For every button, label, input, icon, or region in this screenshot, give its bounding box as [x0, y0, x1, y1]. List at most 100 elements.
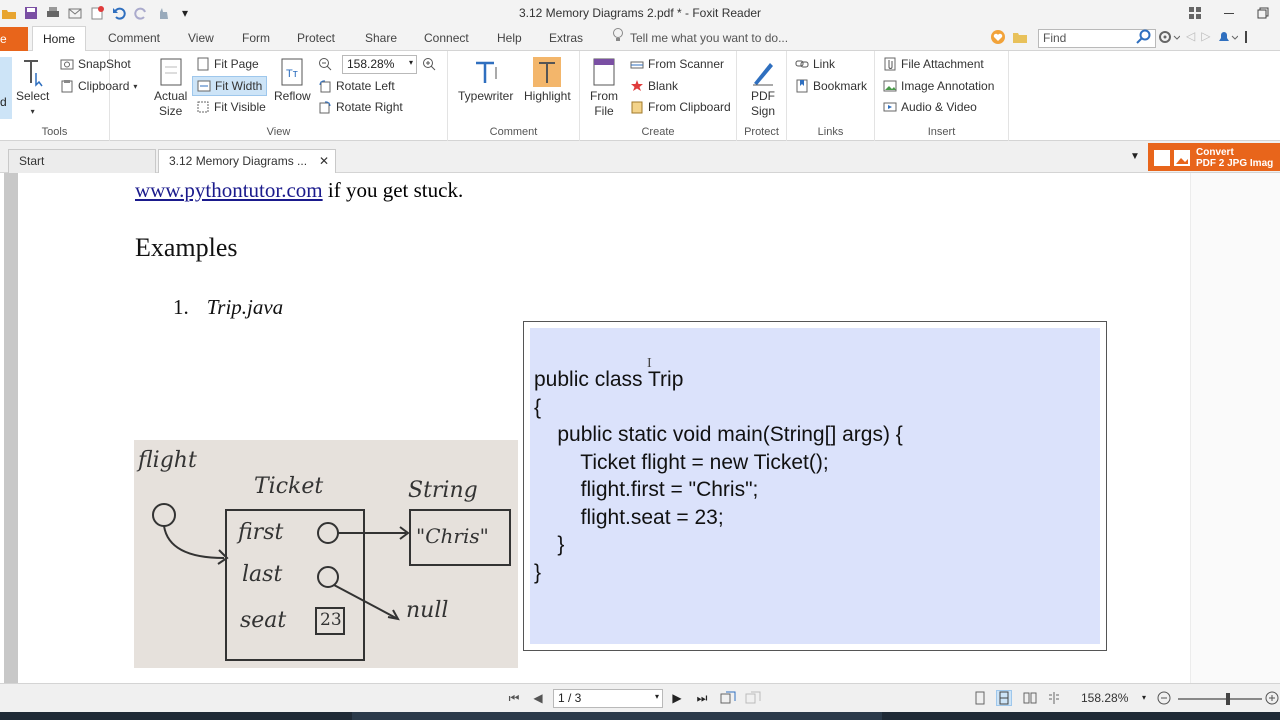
tab-home[interactable]: Home — [32, 26, 87, 52]
window-title: 3.12 Memory Diagrams 2.pdf * - Foxit Rea… — [518, 6, 762, 20]
zoom-out-button[interactable] — [318, 54, 332, 74]
zoom-select[interactable]: 158.28% ▾ — [342, 55, 417, 74]
previous-result-icon[interactable]: ◁ — [1186, 29, 1195, 48]
insert-group-label: Insert — [927, 126, 956, 138]
next-view-icon[interactable] — [745, 690, 761, 706]
restore-icon[interactable] — [1246, 2, 1280, 24]
fit-page-button[interactable]: Fit Page — [196, 54, 259, 74]
from-scanner-button[interactable]: From Scanner — [630, 54, 724, 74]
memory-diagram-drawing — [152, 503, 511, 661]
tab-extras[interactable]: Extras — [549, 26, 583, 51]
pdf-sign-label-1: PDF — [751, 89, 775, 103]
previous-page-icon[interactable]: ◀ — [530, 690, 546, 706]
window-controls — [1178, 2, 1280, 24]
tab-row-icons — [990, 29, 1028, 48]
protect-group: PDF Sign Protect — [737, 51, 787, 141]
zoom-in-button[interactable] — [422, 54, 436, 74]
camera-icon — [60, 57, 74, 71]
code-line: flight.seat = 23; — [534, 506, 724, 529]
from-clipboard-button[interactable]: From Clipboard — [630, 97, 731, 117]
zoom-in-circle-icon[interactable] — [1264, 690, 1280, 706]
actual-size-button[interactable]: Actual Size — [154, 57, 187, 119]
audio-video-button[interactable]: Audio & Video — [883, 97, 977, 117]
zoom-slider-thumb[interactable] — [1226, 693, 1230, 705]
video-icon — [883, 100, 897, 114]
ribbon-options-icon[interactable] — [1178, 2, 1212, 24]
hand-button-fragment[interactable]: d — [0, 57, 12, 119]
next-page-icon[interactable]: ▶ — [669, 690, 685, 706]
rotate-left-button[interactable]: Rotate Left — [318, 76, 395, 96]
pythontutor-link[interactable]: www.pythontutor.com — [135, 178, 323, 202]
continuous-view-icon[interactable] — [996, 690, 1012, 706]
pdf-sign-button[interactable]: PDF Sign — [749, 57, 777, 119]
tab-connect[interactable]: Connect — [424, 26, 469, 51]
diagram-string-value: "Chris" — [416, 524, 489, 548]
folder-search-icon[interactable] — [1012, 29, 1028, 48]
zoom-out-icon — [318, 57, 332, 71]
zoom-slider[interactable] — [1178, 693, 1262, 705]
code-line: { — [534, 396, 542, 419]
tab-protect[interactable]: Protect — [297, 26, 335, 51]
reflow-button[interactable]: Tт Reflow — [274, 57, 311, 104]
view-group: Actual Size Fit Page Fit Width Fit Visib… — [110, 51, 448, 141]
image-annotation-button[interactable]: Image Annotation — [883, 76, 994, 96]
taskbar-active-item[interactable] — [352, 712, 882, 720]
tab-share[interactable]: Share — [365, 26, 397, 51]
close-tab-icon[interactable]: ✕ — [319, 150, 329, 172]
last-page-icon[interactable]: ⏭ — [694, 690, 710, 706]
actual-size-label-2: Size — [159, 104, 183, 118]
fit-visible-icon — [196, 100, 210, 114]
zoom-menu-dropdown-icon[interactable]: ▾ — [1142, 693, 1146, 702]
file-attachment-button[interactable]: File Attachment — [883, 54, 984, 74]
search-icon[interactable] — [1136, 29, 1152, 48]
svg-text:Tт: Tт — [286, 68, 298, 80]
from-file-label-1: From — [590, 89, 618, 103]
fit-width-button[interactable]: Fit Width — [192, 76, 268, 96]
right-gutter — [1190, 173, 1280, 683]
link-button[interactable]: Link — [795, 54, 835, 74]
previous-view-icon[interactable] — [720, 690, 736, 706]
tools-group: d Select ▾ SnapShot Clipboard ▾ Tools — [0, 51, 137, 141]
rotate-right-button[interactable]: Rotate Right — [318, 97, 403, 117]
minimize-icon[interactable] — [1212, 2, 1246, 24]
convert-promo-button[interactable]: Convert PDF 2 JPG Imag — [1148, 143, 1280, 171]
gear-icon[interactable] — [1158, 29, 1181, 48]
windows-taskbar — [0, 712, 1280, 720]
tab-file[interactable]: e — [0, 27, 28, 51]
tab-form[interactable]: Form — [242, 26, 270, 51]
tab-list-dropdown-icon[interactable]: ▼ — [1130, 151, 1140, 162]
tab-start[interactable]: Start — [8, 149, 156, 173]
navigation-pane-collapsed[interactable] — [4, 173, 18, 683]
document-viewport[interactable]: www.pythontutor.com if you get stuck. Ex… — [0, 173, 1280, 683]
current-document-tab-label: 3.12 Memory Diagrams ... — [169, 154, 308, 168]
select-button[interactable]: Select ▾ — [16, 57, 49, 119]
single-page-view-icon[interactable] — [972, 690, 988, 706]
continuous-facing-view-icon[interactable] — [1046, 690, 1062, 706]
tab-comment[interactable]: Comment — [108, 26, 160, 51]
code-line: flight.first = "Chris"; — [534, 478, 759, 501]
first-page-icon[interactable]: ⏮ — [506, 690, 522, 706]
bookmark-button[interactable]: Bookmark — [795, 76, 867, 96]
tab-current-document[interactable]: 3.12 Memory Diagrams ... ✕ — [158, 149, 336, 173]
heart-icon[interactable] — [990, 29, 1006, 48]
ribbon: d Select ▾ SnapShot Clipboard ▾ Tools Ac… — [0, 51, 1280, 141]
tab-help[interactable]: Help — [497, 26, 522, 51]
bell-icon[interactable] — [1216, 29, 1239, 48]
zoom-out-circle-icon[interactable] — [1156, 690, 1172, 706]
next-result-icon[interactable]: ▷ — [1201, 29, 1210, 48]
ribbon-tab-row: e Home Comment View Form Protect Share C… — [0, 26, 1280, 52]
from-file-button[interactable]: From File — [590, 57, 618, 119]
tell-me-search[interactable]: Tell me what you want to do... — [612, 26, 788, 51]
clipboard-icon — [60, 79, 74, 93]
tab-view[interactable]: View — [188, 26, 214, 51]
fit-visible-button[interactable]: Fit Visible — [196, 97, 266, 117]
facing-view-icon[interactable] — [1022, 690, 1038, 706]
highlight-button[interactable]: Highlight — [524, 57, 571, 104]
typewriter-button[interactable]: Typewriter — [458, 57, 513, 104]
collapse-ribbon-icon[interactable] — [1244, 29, 1254, 48]
example-list-item: 1. Trip.java — [173, 295, 283, 320]
code-block[interactable]: public class Trip { public static void m… — [530, 328, 1100, 644]
blank-button[interactable]: Blank — [630, 76, 678, 96]
create-group-label: Create — [641, 126, 675, 138]
page-number-input[interactable]: 1 / 3 ▾ — [553, 689, 663, 708]
